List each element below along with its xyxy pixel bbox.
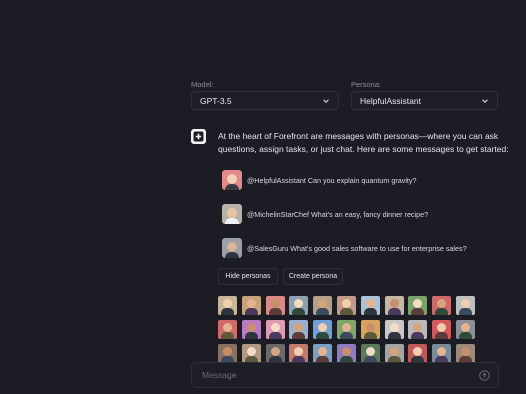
suggestion-text: @SalesGuru What's good sales software to… [247,243,467,253]
persona-label: Persona: [351,80,382,89]
persona-avatar-tile[interactable] [218,344,237,363]
avatar [222,238,242,258]
message-input[interactable] [200,369,479,381]
suggestion-helpful-assistant[interactable]: @HelpfulAssistant Can you explain quantu… [222,169,417,191]
forefront-logo-icon [191,129,206,144]
message-composer [191,362,499,388]
model-select[interactable]: GPT-3.5 [191,91,339,110]
persona-avatar-tile[interactable] [384,296,404,315]
persona-avatar-tile[interactable] [241,320,261,339]
persona-avatar-tile[interactable] [241,344,261,363]
persona-grid [218,296,480,363]
persona-avatar-tile[interactable] [384,344,404,363]
persona-avatar-tile[interactable] [408,296,428,315]
persona-avatar-tile[interactable] [336,344,356,363]
persona-value: HelpfulAssistant [360,95,421,106]
persona-avatar-tile[interactable] [408,344,428,363]
persona-avatar-tile[interactable] [432,344,452,363]
persona-avatar-tile[interactable] [265,344,285,363]
persona-select[interactable]: HelpfulAssistant [351,91,498,110]
persona-avatar-tile[interactable] [218,320,237,339]
suggestion-sales-guru[interactable]: @SalesGuru What's good sales software to… [222,237,467,259]
persona-avatar-tile[interactable] [241,296,261,315]
hide-personas-button[interactable]: Hide personas [218,268,278,285]
suggestion-text: @MichelinStarChef What's an easy, fancy … [247,209,429,219]
persona-avatar-tile[interactable] [336,296,356,315]
persona-avatar-tile[interactable] [432,296,452,315]
persona-avatar-tile[interactable] [408,320,428,339]
persona-avatar-tile[interactable] [289,320,309,339]
persona-avatar-tile[interactable] [360,296,380,315]
persona-avatar-tile[interactable] [313,320,333,339]
persona-avatar-tile[interactable] [360,344,380,363]
persona-avatar-tile[interactable] [218,296,237,315]
suggestion-text: @HelpfulAssistant Can you explain quantu… [247,175,417,185]
persona-avatar-tile[interactable] [289,296,309,315]
persona-avatar-tile[interactable] [265,320,285,339]
persona-avatar-tile[interactable] [360,320,380,339]
suggestion-michelin-star-chef[interactable]: @MichelinStarChef What's an easy, fancy … [222,203,428,225]
create-persona-button[interactable]: Create persona [283,268,343,285]
persona-avatar-tile[interactable] [384,320,404,339]
avatar [222,170,242,190]
persona-avatar-tile[interactable] [455,320,475,339]
chevron-down-icon [482,98,488,103]
persona-avatar-tile[interactable] [455,296,475,315]
persona-avatar-tile[interactable] [455,344,475,363]
chevron-down-icon [323,98,329,103]
send-icon[interactable] [479,369,490,381]
model-value: GPT-3.5 [200,95,232,106]
persona-avatar-tile[interactable] [289,344,309,363]
persona-avatar-tile[interactable] [336,320,356,339]
model-label: Model: [191,80,214,89]
avatar [222,204,242,224]
intro-message: At the heart of Forefront are messages w… [218,131,509,154]
persona-avatar-tile[interactable] [313,296,333,315]
persona-avatar-tile[interactable] [265,296,285,315]
persona-avatar-tile[interactable] [313,344,333,363]
persona-avatar-tile[interactable] [432,320,452,339]
